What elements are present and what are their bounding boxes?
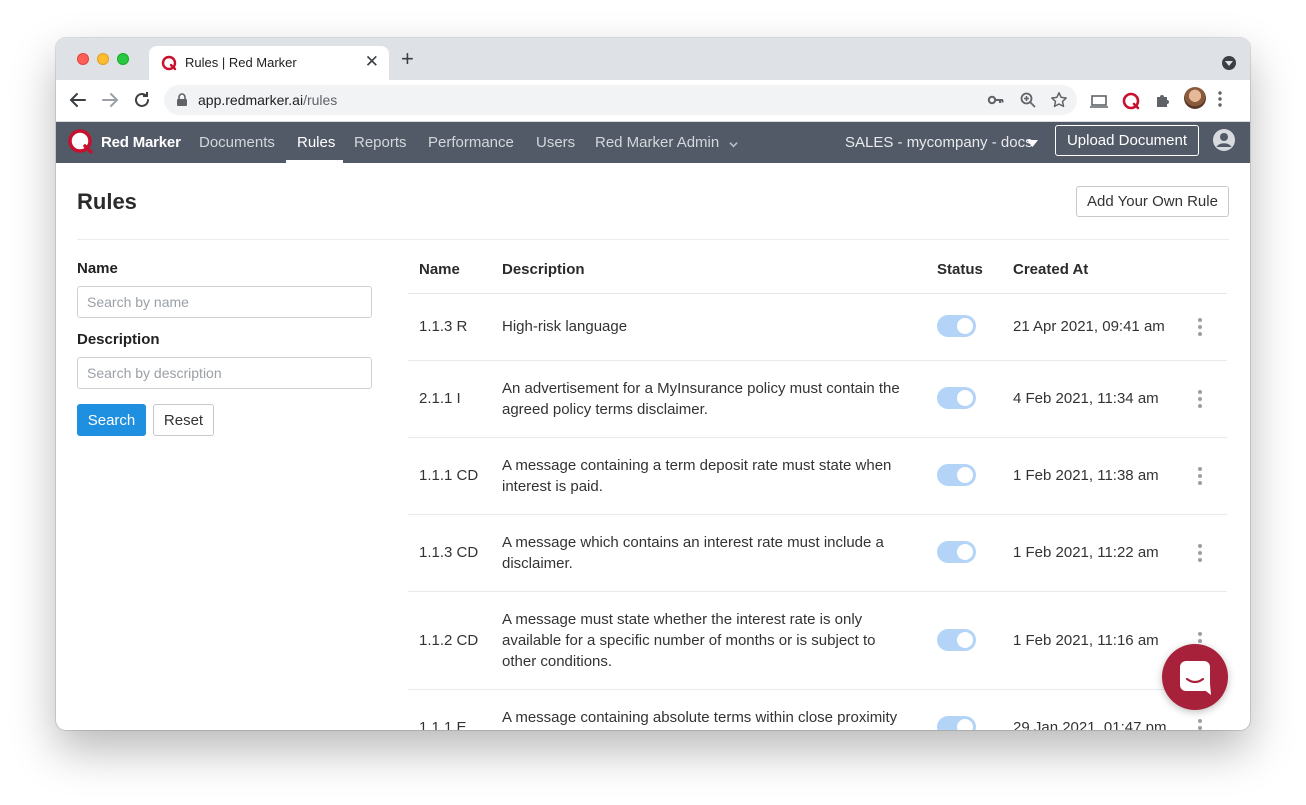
rule-created-at: 1 Feb 2021, 11:38 am xyxy=(1013,467,1159,484)
table-row[interactable]: 1.1.3 R High-risk language 21 Apr 2021, … xyxy=(408,294,1227,361)
nav-reports[interactable]: Reports xyxy=(354,134,407,151)
back-icon[interactable] xyxy=(66,88,90,112)
red-marker-logo-icon xyxy=(68,129,93,154)
rule-created-at: 4 Feb 2021, 11:34 am xyxy=(1013,390,1159,407)
table-header: Name Description Status Created At xyxy=(408,244,1227,294)
cast-icon[interactable] xyxy=(1089,91,1109,111)
column-header-status[interactable]: Status xyxy=(937,261,983,278)
nav-red-marker-admin[interactable]: Red Marker Admin xyxy=(595,134,719,151)
rule-description: High-risk language xyxy=(502,318,628,335)
browser-menu-icon[interactable] xyxy=(1218,91,1222,111)
tab-close-icon[interactable]: ✕ xyxy=(365,52,379,72)
nav-users[interactable]: Users xyxy=(536,134,575,151)
tab-strip: Rules | Red Marker ✕ + xyxy=(56,38,1250,80)
app-navbar: Red Marker Documents Rules Reports Perfo… xyxy=(56,122,1250,163)
brand-name: Red Marker xyxy=(101,133,181,151)
table-row[interactable]: 1.1.1 CD A message containing a term dep… xyxy=(408,438,1227,515)
name-filter-label: Name xyxy=(77,260,118,277)
browser-window: Rules | Red Marker ✕ + app.redmarker.ai/… xyxy=(56,38,1250,730)
rule-description: An advertisement for a MyInsurance polic… xyxy=(502,380,900,418)
status-toggle[interactable] xyxy=(937,716,976,730)
table-row[interactable]: 2.1.1 I An advertisement for a MyInsuran… xyxy=(408,361,1227,438)
new-tab-button[interactable]: + xyxy=(401,48,414,70)
url-text: app.redmarker.ai/rules xyxy=(198,92,338,108)
upload-document-button[interactable]: Upload Document xyxy=(1055,125,1199,156)
row-actions-menu-icon[interactable] xyxy=(1197,390,1203,408)
bookmark-star-icon[interactable] xyxy=(1050,91,1068,109)
description-filter-label: Description xyxy=(77,331,160,348)
minimize-window-button[interactable] xyxy=(97,53,109,65)
browser-profile-avatar[interactable] xyxy=(1184,87,1206,109)
rule-name: 1.1.2 CD xyxy=(419,632,479,649)
key-icon[interactable] xyxy=(987,91,1005,109)
nav-documents[interactable]: Documents xyxy=(199,134,275,151)
nav-performance[interactable]: Performance xyxy=(428,134,514,151)
reset-button[interactable]: Reset xyxy=(153,404,214,436)
rule-description: A message containing absolute terms with… xyxy=(502,709,898,726)
rule-created-at: 1 Feb 2021, 11:16 am xyxy=(1013,632,1159,649)
maximize-window-button[interactable] xyxy=(117,53,129,65)
tab-search-icon[interactable] xyxy=(1222,56,1236,70)
status-toggle[interactable] xyxy=(937,541,976,563)
row-actions-menu-icon[interactable] xyxy=(1197,318,1203,336)
header-divider xyxy=(77,239,1229,240)
red-marker-favicon-icon xyxy=(161,55,177,71)
extensions-puzzle-icon[interactable] xyxy=(1153,91,1173,111)
rule-name: 2.1.1 I xyxy=(419,390,461,407)
rule-description: A message which contains an interest rat… xyxy=(502,534,884,572)
chat-icon xyxy=(1180,661,1211,695)
table-row[interactable]: 1.1.1 E A message containing absolute te… xyxy=(408,690,1227,730)
page-title: Rules xyxy=(77,189,137,214)
rule-created-at: 21 Apr 2021, 09:41 am xyxy=(1013,318,1165,335)
account-icon[interactable] xyxy=(1213,129,1235,151)
column-header-description[interactable]: Description xyxy=(502,261,585,278)
table-row[interactable]: 1.1.3 CD A message which contains an int… xyxy=(408,515,1227,592)
address-bar[interactable]: app.redmarker.ai/rules xyxy=(164,85,1077,115)
rule-description: A message must state whether the interes… xyxy=(502,611,876,670)
rule-name: 1.1.3 R xyxy=(419,318,468,335)
nav-active-indicator xyxy=(286,160,343,163)
column-header-name[interactable]: Name xyxy=(419,261,460,278)
add-your-own-rule-button[interactable]: Add Your Own Rule xyxy=(1076,186,1229,217)
red-marker-extension-icon[interactable] xyxy=(1121,91,1141,111)
zoom-icon[interactable] xyxy=(1019,91,1037,109)
status-toggle[interactable] xyxy=(937,315,976,337)
row-actions-menu-icon[interactable] xyxy=(1197,719,1203,730)
brand-logo[interactable]: Red Marker xyxy=(67,128,181,156)
status-toggle[interactable] xyxy=(937,629,976,651)
workspace-selector[interactable]: SALES - mycompany - docs xyxy=(845,134,1033,151)
rule-created-at: 1 Feb 2021, 11:22 am xyxy=(1013,544,1159,561)
rule-created-at: 29 Jan 2021, 01:47 pm xyxy=(1013,719,1167,730)
chevron-down-icon[interactable] xyxy=(729,140,738,149)
nav-rules[interactable]: Rules xyxy=(297,134,335,151)
row-actions-menu-icon[interactable] xyxy=(1197,544,1203,562)
column-header-created-at[interactable]: Created At xyxy=(1013,261,1088,278)
table-row[interactable]: 1.1.2 CD A message must state whether th… xyxy=(408,592,1227,690)
search-button[interactable]: Search xyxy=(77,404,146,436)
lock-icon xyxy=(177,93,187,106)
rule-name: 1.1.1 CD xyxy=(419,467,479,484)
status-toggle[interactable] xyxy=(937,464,976,486)
row-actions-menu-icon[interactable] xyxy=(1197,467,1203,485)
close-window-button[interactable] xyxy=(77,53,89,65)
rules-table: Name Description Status Created At 1.1.3… xyxy=(408,244,1227,730)
name-search-input[interactable] xyxy=(77,286,372,318)
rule-description: A message containing a term deposit rate… xyxy=(502,457,892,495)
rule-name: 1.1.1 E xyxy=(419,719,467,730)
forward-icon[interactable] xyxy=(98,88,122,112)
status-toggle[interactable] xyxy=(937,387,976,409)
reload-icon[interactable] xyxy=(130,88,154,112)
rule-name: 1.1.3 CD xyxy=(419,544,479,561)
tab-title: Rules | Red Marker xyxy=(185,55,297,70)
caret-down-icon[interactable] xyxy=(1027,140,1038,147)
description-search-input[interactable] xyxy=(77,357,372,389)
chat-launcher-button[interactable] xyxy=(1162,644,1228,710)
browser-tab-active[interactable]: Rules | Red Marker ✕ xyxy=(149,46,389,80)
browser-toolbar: app.redmarker.ai/rules xyxy=(56,80,1250,122)
